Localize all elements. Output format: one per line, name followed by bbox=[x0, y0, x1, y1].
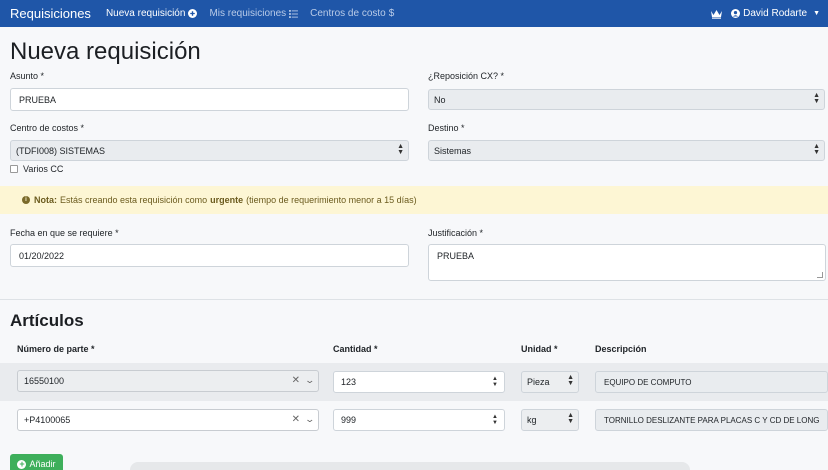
varios-cc-label: Varios CC bbox=[23, 164, 64, 174]
clear-icon[interactable]: ✕ bbox=[292, 414, 300, 425]
reposicion-label: ¿Reposición CX? * bbox=[428, 71, 505, 81]
justificacion-textarea[interactable]: PRUEBA bbox=[428, 244, 826, 281]
select-arrows-icon: ▲ ▼ bbox=[397, 143, 404, 156]
nav-label-nueva: Nueva requisición bbox=[105, 8, 186, 19]
asunto-input[interactable]: PRUEBA bbox=[10, 88, 409, 111]
add-item-button[interactable]: + Añadir bbox=[10, 454, 63, 470]
urgent-alert: i Nota: Estás creando esta requisición c… bbox=[0, 186, 828, 214]
varios-cc-checkbox[interactable] bbox=[10, 165, 18, 173]
crown-icon[interactable] bbox=[710, 9, 723, 19]
qty-input[interactable]: 123 ▲ ▼ bbox=[333, 371, 505, 393]
footer-bar bbox=[130, 462, 690, 470]
nav-label-centros: Centros de costo bbox=[310, 8, 386, 19]
part-value: 16550100 bbox=[24, 376, 65, 386]
destino-value: Sistemas bbox=[434, 145, 472, 156]
resize-handle-icon[interactable] bbox=[817, 272, 823, 278]
nav-centros-de-costo[interactable]: Centros de costo $ bbox=[310, 8, 394, 19]
centro-value: (TDFI008) SISTEMAS bbox=[16, 145, 106, 156]
part-select[interactable]: +P4100065 ✕ ⌄ bbox=[17, 409, 319, 431]
header-desc: Descripción bbox=[595, 344, 647, 354]
top-navbar: Requisiciones Nueva requisición Mis requ… bbox=[0, 0, 828, 27]
chevron-down-icon[interactable]: ⌄ bbox=[305, 414, 316, 425]
desc-field: EQUIPO DE COMPUTO bbox=[595, 371, 828, 393]
header-part: Número de parte * bbox=[17, 344, 95, 354]
header-qty: Cantidad * bbox=[333, 344, 378, 354]
select-arrows-icon: ▲ ▼ bbox=[567, 412, 574, 425]
dollar-icon: $ bbox=[388, 8, 395, 19]
select-arrows-icon: ▲ ▼ bbox=[813, 143, 820, 156]
unit-select[interactable]: kg ▲ ▼ bbox=[521, 409, 579, 431]
chevron-down-icon[interactable]: ⌄ bbox=[305, 375, 316, 386]
fecha-value: 01/20/2022 bbox=[19, 250, 65, 261]
part-value: +P4100065 bbox=[24, 415, 71, 425]
centro-select[interactable]: (TDFI008) SISTEMAS ▲ ▼ bbox=[10, 140, 409, 161]
plus-circle-icon: + bbox=[17, 458, 27, 469]
user-name: David Rodarte bbox=[743, 8, 808, 19]
part-select[interactable]: 16550100 ✕ ⌄ bbox=[17, 370, 319, 392]
info-icon: i bbox=[22, 196, 30, 204]
centro-label: Centro de costos * bbox=[10, 123, 85, 133]
nav-label-mis: Mis requisiciones bbox=[209, 8, 287, 19]
fecha-input[interactable]: 01/20/2022 bbox=[10, 244, 409, 267]
asunto-value: PRUEBA bbox=[19, 94, 57, 105]
qty-value: 123 bbox=[341, 377, 357, 387]
user-menu[interactable]: David Rodarte ▼ bbox=[731, 8, 820, 19]
fecha-label: Fecha en que se requiere * bbox=[10, 228, 119, 238]
desc-field: TORNILLO DESLIZANTE PARA PLACAS C Y CD D… bbox=[595, 409, 828, 431]
plus-circle-icon bbox=[188, 9, 198, 18]
asunto-label: Asunto * bbox=[10, 71, 45, 81]
spinner-icon[interactable]: ▲ ▼ bbox=[492, 414, 498, 426]
alert-urgent: urgente bbox=[210, 195, 244, 205]
destino-label: Destino * bbox=[428, 123, 465, 133]
user-circle-icon bbox=[731, 9, 741, 18]
page-title: Nueva requisición bbox=[10, 38, 201, 65]
alert-note: Nota: bbox=[34, 195, 57, 205]
reposicion-select[interactable]: No ▲ ▼ bbox=[428, 89, 825, 110]
section-divider bbox=[0, 299, 828, 300]
select-arrows-icon: ▲ ▼ bbox=[567, 374, 574, 387]
qty-value: 999 bbox=[341, 415, 357, 425]
desc-value: TORNILLO DESLIZANTE PARA PLACAS C Y CD D… bbox=[604, 415, 820, 425]
brand[interactable]: Requisiciones bbox=[10, 6, 91, 21]
destino-select[interactable]: Sistemas ▲ ▼ bbox=[428, 140, 825, 161]
justificacion-label: Justificación * bbox=[428, 228, 484, 238]
unit-select[interactable]: Pieza ▲ ▼ bbox=[521, 371, 579, 393]
articulos-title: Artículos bbox=[10, 311, 84, 330]
header-unit: Unidad * bbox=[521, 344, 558, 354]
unit-value: kg bbox=[527, 415, 537, 425]
list-icon bbox=[289, 9, 299, 18]
caret-down-icon: ▼ bbox=[813, 10, 820, 17]
unit-value: Pieza bbox=[527, 377, 550, 387]
alert-text-before: Estás creando esta requisición como bbox=[60, 195, 208, 205]
select-arrows-icon: ▲ ▼ bbox=[813, 92, 820, 105]
nav-nueva-requisicion[interactable]: Nueva requisición bbox=[106, 8, 198, 19]
varios-cc-row: Varios CC bbox=[10, 164, 63, 174]
desc-value: EQUIPO DE COMPUTO bbox=[604, 377, 692, 387]
qty-input[interactable]: 999 ▲ ▼ bbox=[333, 409, 505, 431]
alert-text-after: (tiempo de requerimiento menor a 15 días… bbox=[246, 195, 417, 205]
nav-mis-requisiciones[interactable]: Mis requisiciones bbox=[209, 8, 299, 19]
justificacion-value: PRUEBA bbox=[437, 251, 475, 261]
spinner-icon[interactable]: ▲ ▼ bbox=[492, 376, 498, 388]
add-label: Añadir bbox=[29, 459, 56, 469]
reposicion-value: No bbox=[434, 94, 446, 105]
clear-icon[interactable]: ✕ bbox=[292, 375, 300, 386]
